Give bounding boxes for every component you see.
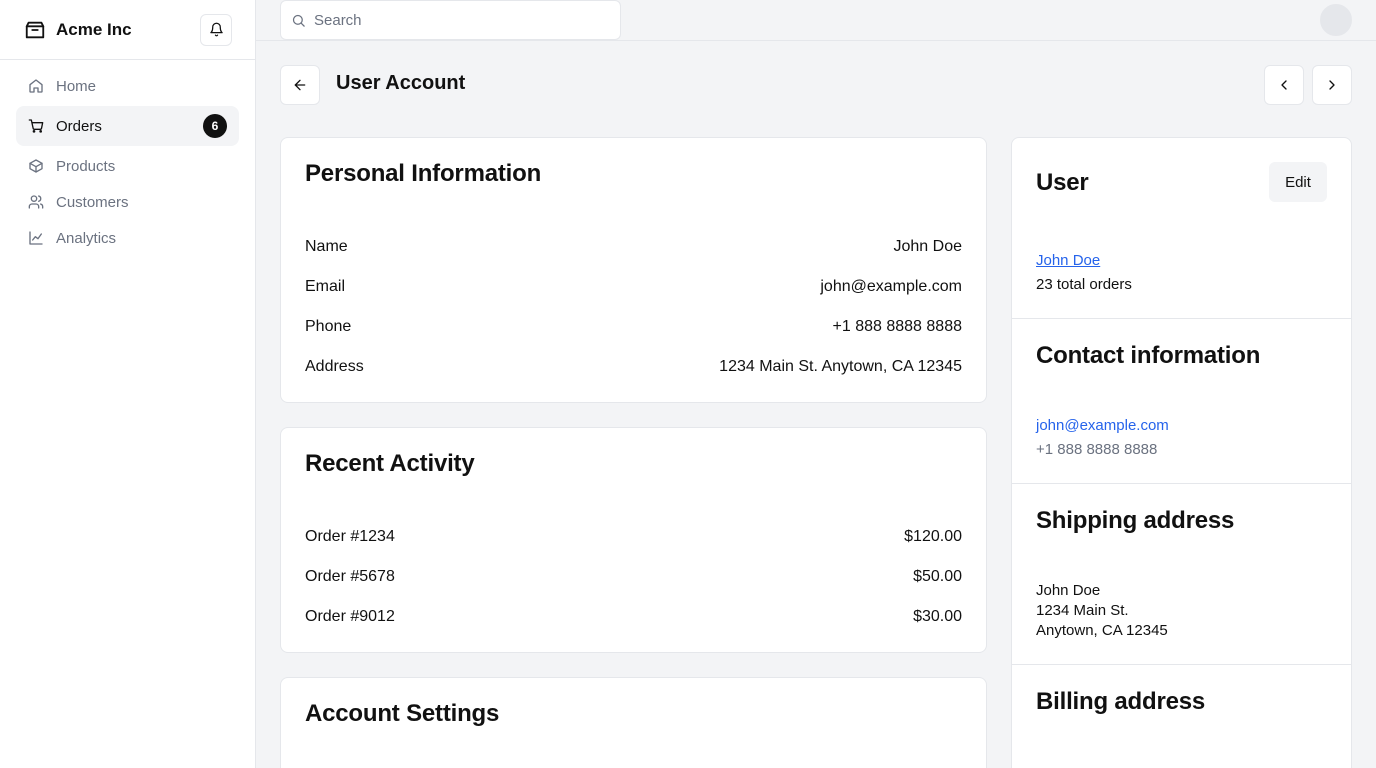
order-label: Order #1234 [305,528,395,545]
info-row-phone: Phone +1 888 8888 8888 [305,318,962,336]
avatar[interactable] [1320,4,1352,36]
billing-section: Billing address [1012,665,1351,768]
activity-row[interactable]: Order #9012 $30.00 [305,608,962,626]
section-title: Shipping address [1036,507,1235,534]
cart-icon [28,119,44,133]
notifications-button[interactable] [200,13,232,46]
next-button[interactable] [1312,65,1352,105]
sidebar-item-home[interactable]: Home [16,68,239,104]
orders-count-badge: 6 [203,114,227,138]
user-name-link[interactable]: John Doe [1036,252,1100,269]
search-input[interactable] [314,11,594,29]
arrow-left-icon [294,79,306,91]
top-bar [256,0,1376,41]
sidebar: Acme Inc Home Orders 6 Products Customer… [0,0,256,768]
row-value: John Doe [893,238,963,255]
activity-row[interactable]: Order #5678 $50.00 [305,568,962,586]
previous-button[interactable] [1264,65,1304,105]
bell-icon [209,22,223,37]
contact-section: Contact information john@example.com +1 … [1012,319,1351,484]
contact-phone: +1 888 8888 8888 [1036,441,1158,458]
search-icon [292,14,305,27]
package-icon [25,21,45,38]
contact-email-link[interactable]: john@example.com [1036,417,1169,434]
line-chart-icon [29,231,43,245]
search-box[interactable] [280,0,621,40]
sidebar-nav: Home Orders 6 Products Customers Analyti… [0,60,255,264]
order-label: Order #5678 [305,568,395,585]
section-title: User [1036,169,1089,196]
sidebar-item-label: Products [56,157,116,175]
activity-row[interactable]: Order #1234 $120.00 [305,528,962,546]
section-title: Contact information [1036,342,1261,369]
order-amount: $50.00 [913,568,962,585]
order-amount: $120.00 [904,528,962,545]
home-icon [29,79,43,93]
info-row-address: Address 1234 Main St. Anytown, CA 12345 [305,358,962,376]
row-label: Name [305,238,348,255]
card-title: Recent Activity [305,450,475,477]
sidebar-item-customers[interactable]: Customers [16,184,239,220]
user-section: User Edit John Doe 23 total orders [1012,138,1351,319]
row-label: Phone [305,318,352,335]
sidebar-item-products[interactable]: Products [16,148,239,184]
info-row-name: Name John Doe [305,238,962,256]
row-value: 1234 Main St. Anytown, CA 12345 [719,358,962,375]
sidebar-item-label: Analytics [56,229,117,247]
info-row-email: Email john@example.com [305,278,962,296]
edit-button[interactable]: Edit [1269,162,1327,202]
recent-activity-card: Recent Activity Order #1234 $120.00 Orde… [280,427,987,653]
sidebar-item-analytics[interactable]: Analytics [16,220,239,256]
chevron-left-icon [1281,80,1287,90]
total-orders: 23 total orders [1036,276,1132,293]
brand-name: Acme Inc [56,19,132,39]
shipping-line: John Doe [1036,582,1101,599]
sidebar-item-orders[interactable]: Orders 6 [16,106,239,146]
order-amount: $30.00 [913,608,962,625]
user-side-panel: User Edit John Doe 23 total orders Conta… [1011,137,1352,768]
personal-information-card: Personal Information Name John Doe Email… [280,137,987,403]
sidebar-item-label: Orders [56,117,102,135]
shipping-line: 1234 Main St. [1036,602,1129,619]
section-title: Billing address [1036,688,1206,715]
card-title: Account Settings [305,700,500,727]
account-settings-card: Account Settings [280,677,987,768]
row-label: Address [305,358,364,375]
sidebar-item-label: Customers [56,193,129,211]
chevron-right-icon [1329,80,1335,90]
users-icon [28,195,44,209]
brand-bar: Acme Inc [0,0,255,60]
sidebar-item-label: Home [56,77,97,95]
row-value: +1 888 8888 8888 [832,318,962,335]
package-icon [29,159,43,173]
page-title: User Account [336,72,466,94]
back-button[interactable] [280,65,320,105]
shipping-section: Shipping address John Doe 1234 Main St. … [1012,484,1351,665]
brand[interactable]: Acme Inc [24,19,132,41]
shipping-line: Anytown, CA 12345 [1036,622,1168,639]
row-label: Email [305,278,346,295]
row-value: john@example.com [820,278,962,295]
card-title: Personal Information [305,160,542,187]
order-label: Order #9012 [305,608,395,625]
